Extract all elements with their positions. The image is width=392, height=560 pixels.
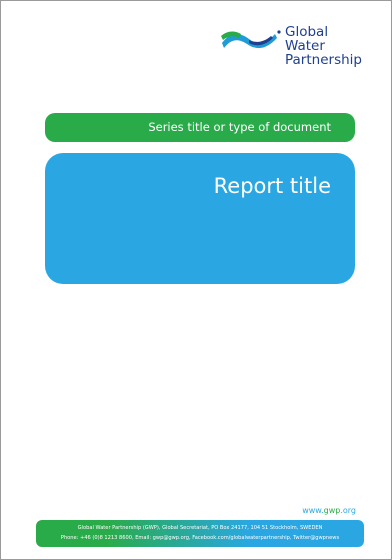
series-banner: Series title or type of document <box>45 113 355 142</box>
footer-contact: Phone: +46 (0)8 1213 8600, Email: gwp@gw… <box>60 535 340 541</box>
url-domain: gwp <box>323 506 341 515</box>
document-page: Global Water Partnership Series title or… <box>0 0 392 560</box>
logo-line-1: Global Water <box>285 24 329 54</box>
gwp-logo: Global Water Partnership <box>219 23 369 67</box>
website-url[interactable]: www.gwp.org <box>302 506 356 515</box>
series-title: Series title or type of document <box>148 120 331 134</box>
logo-text: Global Water Partnership <box>285 25 369 67</box>
footer-bar: Global Water Partnership (GWP), Global S… <box>36 520 364 547</box>
url-suffix: .org <box>340 506 356 515</box>
report-title: Report title <box>213 174 331 198</box>
logo-line-2: Partnership <box>285 52 362 68</box>
url-prefix: www. <box>302 506 324 515</box>
report-title-box: Report title <box>45 153 355 284</box>
footer-address: Global Water Partnership (GWP), Global S… <box>77 525 323 531</box>
